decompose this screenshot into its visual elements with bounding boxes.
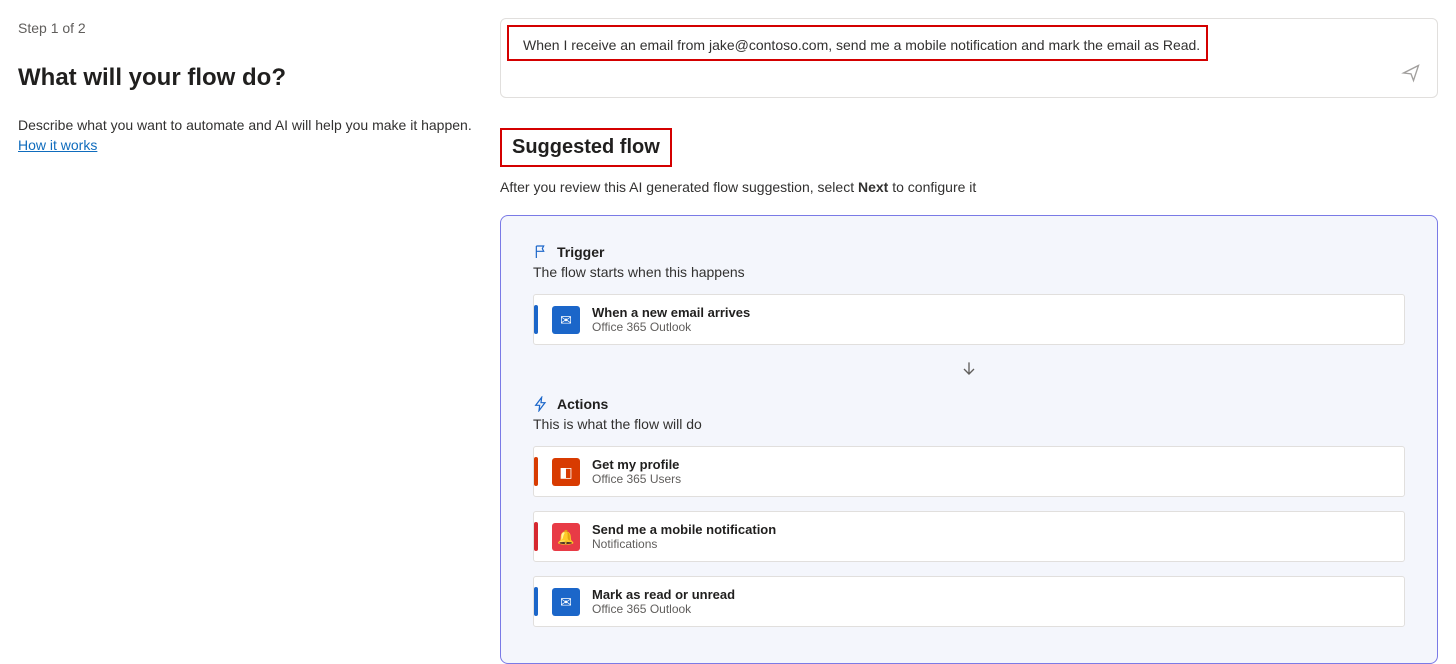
actions-section-header: Actions [533, 396, 1405, 412]
highlight-suggested-annotation: Suggested flow [500, 128, 672, 167]
arrow-down-icon [533, 359, 1405, 382]
prompt-text: When I receive an email from jake@contos… [517, 33, 1421, 57]
actions-description: This is what the flow will do [533, 416, 1405, 432]
trigger-description: The flow starts when this happens [533, 264, 1405, 280]
review-bold: Next [858, 179, 888, 195]
prompt-input[interactable]: When I receive an email from jake@contos… [500, 18, 1438, 98]
how-it-works-link[interactable]: How it works [18, 136, 97, 156]
office-icon: ◧ [552, 458, 580, 486]
action-step-sub: Notifications [592, 537, 776, 551]
page-heading: What will your flow do? [18, 64, 482, 92]
description-text: Describe what you want to automate and A… [18, 117, 472, 133]
suggested-flow-card: Trigger The flow starts when this happen… [500, 215, 1438, 664]
review-suffix: to configure it [888, 179, 976, 195]
action-step-card[interactable]: ◧ Get my profile Office 365 Users [533, 446, 1405, 497]
trigger-label: Trigger [557, 244, 604, 260]
accent-bar [534, 522, 538, 551]
flag-icon [533, 244, 549, 260]
suggested-flow-heading: Suggested flow [512, 136, 660, 159]
trigger-step-card[interactable]: ✉ When a new email arrives Office 365 Ou… [533, 294, 1405, 345]
action-step-title: Get my profile [592, 457, 681, 472]
page-description: Describe what you want to automate and A… [18, 116, 482, 155]
review-prefix: After you review this AI generated flow … [500, 179, 858, 195]
step-label: Step 1 of 2 [18, 20, 482, 36]
action-step-title: Send me a mobile notification [592, 522, 776, 537]
lightning-icon [533, 396, 549, 412]
action-step-title: Mark as read or unread [592, 587, 735, 602]
outlook-icon: ✉ [552, 306, 580, 334]
accent-bar [534, 457, 538, 486]
action-step-sub: Office 365 Outlook [592, 602, 735, 616]
review-instruction: After you review this AI generated flow … [500, 179, 1438, 195]
outlook-icon: ✉ [552, 588, 580, 616]
action-step-card[interactable]: ✉ Mark as read or unread Office 365 Outl… [533, 576, 1405, 627]
trigger-step-title: When a new email arrives [592, 305, 750, 320]
trigger-section-header: Trigger [533, 244, 1405, 260]
send-icon[interactable] [1401, 63, 1421, 83]
accent-bar [534, 587, 538, 616]
action-step-sub: Office 365 Users [592, 472, 681, 486]
trigger-step-sub: Office 365 Outlook [592, 320, 750, 334]
notification-icon: 🔔 [552, 523, 580, 551]
action-step-card[interactable]: 🔔 Send me a mobile notification Notifica… [533, 511, 1405, 562]
actions-label: Actions [557, 396, 608, 412]
accent-bar [534, 305, 538, 334]
